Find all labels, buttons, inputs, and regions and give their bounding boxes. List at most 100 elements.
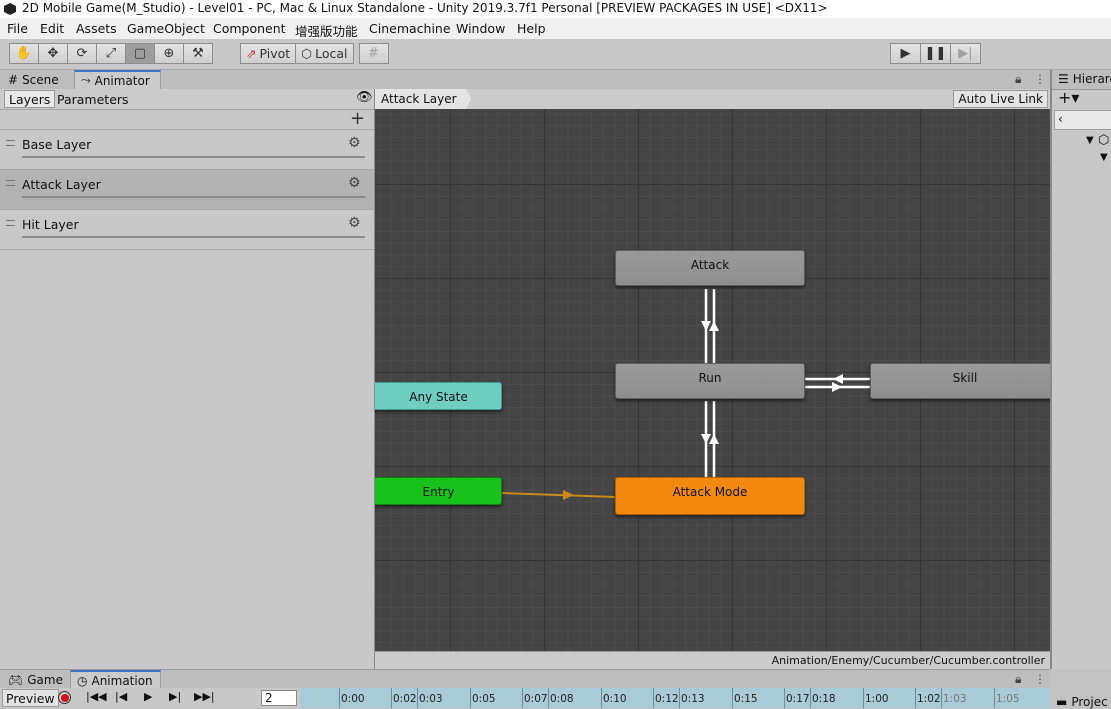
tab-parameters[interactable]: Parameters — [53, 90, 133, 108]
rect-tool-button[interactable]: ▢ — [125, 43, 155, 64]
hierarchy-breadcrumb[interactable]: ‹ — [1054, 110, 1111, 130]
transform-tools: ✋ ✥ ⟳ ⤢ ▢ ⊕ ⚒ — [9, 43, 213, 64]
last-key-icon[interactable]: ▶▶| — [194, 690, 215, 703]
add-layer-button[interactable]: + — [350, 108, 365, 129]
drag-handle-icon[interactable] — [6, 140, 15, 146]
cube-icon: ⬡ — [301, 46, 313, 61]
arrow-left-icon — [833, 374, 843, 384]
play-icon[interactable]: ▶ — [144, 690, 152, 703]
menu-enhanced[interactable]: 增强版功能 — [295, 21, 358, 40]
state-attack-mode[interactable]: Attack Mode — [615, 477, 805, 515]
layer-weight-slider[interactable] — [22, 236, 365, 238]
timeline-tick-line — [339, 688, 340, 708]
hand-tool-button[interactable]: ✋ — [9, 43, 39, 64]
menu-component[interactable]: Component — [213, 21, 286, 36]
layer-weight-slider[interactable] — [22, 156, 365, 158]
prev-key-icon[interactable]: |◀ — [115, 690, 127, 703]
gear-icon[interactable]: ⚙ — [348, 175, 361, 191]
pause-button[interactable]: ❚❚ — [920, 43, 951, 64]
state-attack[interactable]: Attack — [615, 250, 805, 286]
tab-scene[interactable]: # Scene — [2, 70, 65, 89]
step-button[interactable]: ▶| — [950, 43, 981, 64]
bottom-tab-strip: 🎮︎ Game ◷ Animation 🔒︎ ⋮ — [0, 669, 1050, 689]
state-run[interactable]: Run — [615, 363, 805, 399]
transition-entry-default[interactable] — [501, 492, 616, 498]
graph-header: Attack Layer Auto Live Link — [375, 89, 1050, 110]
timeline-tick-label: 0:17 — [786, 693, 810, 705]
state-machine-graph[interactable]: Attack Run Skill Any State Entry Attack … — [375, 109, 1050, 651]
rotate-tool-button[interactable]: ⟳ — [67, 43, 97, 64]
lock-icon[interactable]: 🔒︎ — [1015, 72, 1021, 87]
layer-item-attack[interactable]: Attack Layer ⚙ — [0, 170, 374, 210]
custom-tool-button[interactable]: ⚒ — [183, 43, 213, 64]
state-skill[interactable]: Skill — [870, 363, 1050, 399]
timeline-tick-line — [522, 688, 523, 708]
menu-assets[interactable]: Assets — [76, 21, 117, 36]
snap-button[interactable]: # — [358, 43, 389, 64]
frame-field[interactable]: 2 — [261, 690, 297, 706]
tab-menu-icon[interactable]: ⋮ — [1034, 672, 1046, 686]
first-key-icon[interactable]: |◀◀ — [86, 690, 107, 703]
tab-animator[interactable]: ⤳ Animator — [74, 70, 161, 89]
tab-game[interactable]: 🎮︎ Game — [2, 670, 69, 689]
timeline-tick-label: 0:18 — [812, 693, 836, 705]
record-button[interactable] — [58, 691, 71, 704]
timeline-tick-label: 0:08 — [550, 693, 574, 705]
rotate-icon: ⟳ — [76, 46, 88, 61]
tab-layers[interactable]: Layers — [4, 90, 56, 108]
menu-cinemachine[interactable]: Cinemachine — [369, 21, 451, 36]
move-tool-button[interactable]: ✥ — [38, 43, 68, 64]
layer-item-base[interactable]: Base Layer ⚙ — [0, 130, 374, 170]
breadcrumb[interactable]: Attack Layer — [375, 89, 472, 109]
scale-tool-button[interactable]: ⤢ — [96, 43, 126, 64]
layers-panel: Layers Parameters 👁︎ + Base Layer ⚙ Atta… — [0, 89, 375, 669]
clock-icon: ◷ — [77, 673, 88, 688]
layer-item-hit[interactable]: Hit Layer ⚙ — [0, 210, 374, 250]
timeline-tick-line — [653, 688, 654, 708]
timeline-tick-label: 1:03 — [943, 693, 967, 705]
menu-window[interactable]: Window — [456, 21, 505, 36]
layer-weight-slider[interactable] — [22, 196, 365, 198]
eye-icon[interactable]: 👁︎ — [356, 90, 373, 105]
transform-tool-button[interactable]: ⊕ — [154, 43, 184, 64]
chevron-left-icon[interactable]: ‹ — [1058, 112, 1063, 126]
graph-status-bar: Animation/Enemy/Cucumber/Cucumber.contro… — [375, 651, 1050, 670]
play-button[interactable]: ▶ — [890, 43, 921, 64]
tab-menu-icon[interactable]: ⋮ — [1034, 72, 1046, 86]
arrow-up-icon — [709, 321, 719, 331]
state-entry[interactable]: Entry — [375, 477, 502, 505]
pivot-toggle[interactable]: ⇗ Pivot — [240, 43, 297, 64]
lock-icon[interactable]: 🔒︎ — [1015, 672, 1021, 687]
chevron-down-icon[interactable]: ▼ — [1086, 135, 1094, 146]
local-toggle[interactable]: ⬡ Local — [295, 43, 354, 64]
timeline-tick-line — [941, 688, 942, 708]
timeline-ruler[interactable]: 0:00 0:02 0:03 0:05 0:07 0:08 0:10 0:12 0:13 0:15… — [300, 688, 1050, 708]
menu-gameobject[interactable]: GameObject — [127, 21, 205, 36]
preview-toggle[interactable]: Preview — [2, 689, 59, 707]
drag-handle-icon[interactable] — [6, 220, 15, 226]
grid-icon: # — [8, 72, 19, 87]
menu-edit[interactable]: Edit — [40, 21, 64, 36]
list-icon: ☰ — [1058, 72, 1069, 86]
timeline-tick-line — [548, 688, 549, 708]
pause-icon: ❚❚ — [924, 46, 947, 61]
gear-icon[interactable]: ⚙ — [348, 215, 361, 231]
tab-animation[interactable]: ◷ Animation — [70, 670, 161, 689]
play-icon: ▶ — [900, 46, 911, 61]
pivot-icon: ⇗ — [246, 46, 257, 61]
menu-help[interactable]: Help — [517, 21, 546, 36]
create-button[interactable]: +▾ — [1058, 88, 1079, 107]
playmode-controls: ▶ ❚❚ ▶| — [890, 43, 981, 64]
arrow-right-icon — [832, 382, 842, 392]
tab-project[interactable]: ▬ Projec — [1056, 695, 1108, 709]
menu-file[interactable]: File — [7, 21, 28, 36]
arrow-down-icon — [701, 434, 711, 444]
chevron-down-icon[interactable]: ▼ — [1100, 152, 1108, 163]
record-icon — [60, 693, 69, 702]
auto-live-link-button[interactable]: Auto Live Link — [953, 90, 1048, 108]
state-any-state[interactable]: Any State — [375, 382, 502, 410]
drag-handle-icon[interactable] — [6, 180, 15, 186]
gear-icon[interactable]: ⚙ — [348, 135, 361, 151]
tab-hierarchy[interactable]: ☰Hierarc — [1058, 72, 1111, 86]
next-key-icon[interactable]: ▶| — [169, 690, 181, 703]
